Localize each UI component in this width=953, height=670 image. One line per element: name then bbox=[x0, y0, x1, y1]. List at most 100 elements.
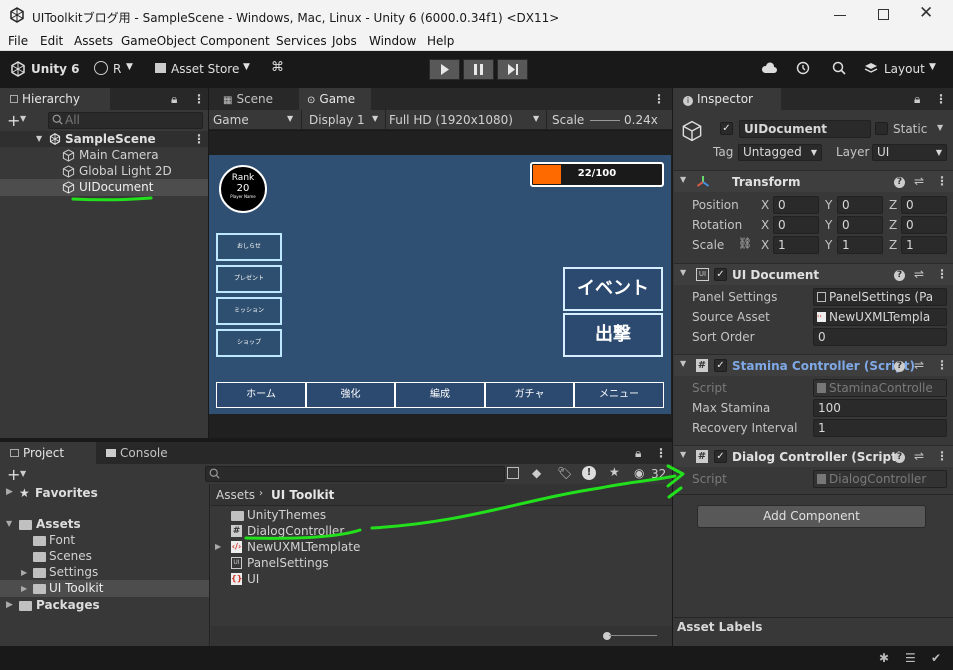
file-dialogcontroller[interactable]: DialogController bbox=[247, 524, 344, 538]
cache-icon[interactable]: ☰ bbox=[905, 651, 916, 665]
resolution-dropdown[interactable]: Full HD (1920x1080) bbox=[389, 113, 513, 127]
kebab-menu-icon[interactable]: ⋮ bbox=[655, 446, 667, 460]
shop-button[interactable]: ショップ bbox=[216, 329, 282, 357]
minimize-icon[interactable] bbox=[834, 15, 846, 16]
stamina-controller-header[interactable]: ▼ # ✓ Stamina Controller (Script) ? ⇌ ⋮ bbox=[674, 354, 953, 376]
menu-window[interactable]: Window bbox=[369, 34, 416, 48]
lock-icon[interactable]: 🔒︎ bbox=[171, 92, 177, 107]
file-unitythemes[interactable]: UnityThemes bbox=[247, 508, 326, 522]
nav-gacha-button[interactable]: ガチャ bbox=[485, 382, 574, 408]
packages-folder[interactable]: Packages bbox=[36, 598, 100, 612]
expand-arrow-icon[interactable]: ▼ bbox=[6, 519, 12, 528]
lock-icon[interactable]: 🔒︎ bbox=[914, 92, 920, 107]
chevron-down-icon[interactable]: ▼ bbox=[937, 123, 943, 132]
chevron-down-icon[interactable]: ▼ bbox=[372, 114, 378, 123]
rotation-x-field[interactable]: 0 bbox=[773, 216, 819, 234]
check-circle-icon[interactable]: ✔ bbox=[931, 651, 941, 665]
scene-name[interactable]: SampleScene bbox=[65, 132, 156, 146]
scale-x-field[interactable]: 1 bbox=[773, 236, 819, 254]
menu-jobs[interactable]: Jobs bbox=[332, 34, 357, 48]
max-stamina-field[interactable]: 100 bbox=[813, 399, 947, 417]
hierarchy-item-main-camera[interactable]: Main Camera bbox=[79, 148, 159, 162]
hierarchy-search-input[interactable]: All bbox=[48, 112, 203, 129]
dialog-enabled-checkbox[interactable]: ✓ bbox=[714, 450, 727, 463]
maximize-icon[interactable] bbox=[878, 9, 889, 20]
history-icon[interactable] bbox=[796, 61, 810, 75]
type-filter-icon[interactable]: ◆ bbox=[532, 466, 541, 480]
favorite-star-icon[interactable]: ★ bbox=[609, 465, 620, 479]
game-mode-dropdown[interactable]: Game bbox=[213, 113, 249, 127]
menu-file[interactable]: File bbox=[8, 34, 28, 48]
menu-help[interactable]: Help bbox=[427, 34, 454, 48]
position-y-field[interactable]: 0 bbox=[837, 196, 883, 214]
version-control-icon[interactable]: ⌘ bbox=[271, 60, 284, 75]
transform-header[interactable]: ▼ Transform ? ⇌ ⋮ bbox=[674, 170, 953, 192]
close-icon[interactable]: ✕ bbox=[919, 3, 933, 23]
nav-formation-button[interactable]: 編成 bbox=[395, 382, 485, 408]
folder-ui-toolkit[interactable]: UI Toolkit bbox=[49, 581, 103, 595]
breadcrumb-ui-toolkit[interactable]: UI Toolkit bbox=[271, 488, 334, 502]
recovery-interval-field[interactable]: 1 bbox=[813, 419, 947, 437]
position-z-field[interactable]: 0 bbox=[901, 196, 947, 214]
kebab-menu-icon[interactable]: ⋮ bbox=[936, 174, 948, 188]
add-icon[interactable]: + bbox=[7, 111, 20, 130]
expand-arrow-icon[interactable]: ▶ bbox=[21, 568, 27, 577]
kebab-menu-icon[interactable]: ⋮ bbox=[936, 267, 948, 281]
static-checkbox[interactable] bbox=[875, 122, 888, 135]
search-filter-icon[interactable] bbox=[507, 467, 519, 479]
project-search-input[interactable] bbox=[205, 466, 505, 482]
label-filter-icon[interactable]: 🏷︎ bbox=[557, 466, 572, 480]
rotation-y-field[interactable]: 0 bbox=[837, 216, 883, 234]
preset-icon[interactable]: ⇌ bbox=[914, 174, 924, 188]
scale-z-field[interactable]: 1 bbox=[901, 236, 947, 254]
nav-menu-button[interactable]: メニュー bbox=[574, 382, 664, 408]
kebab-menu-icon[interactable]: ⋮ bbox=[193, 92, 205, 106]
file-ui[interactable]: UI bbox=[247, 572, 259, 586]
unity-version-label[interactable]: Unity 6 bbox=[31, 62, 80, 76]
hierarchy-item-uidocument[interactable]: UIDocument bbox=[79, 180, 154, 194]
nav-home-button[interactable]: ホーム bbox=[216, 382, 306, 408]
account-label[interactable]: R bbox=[113, 62, 121, 76]
zoom-slider[interactable] bbox=[609, 635, 657, 636]
object-name-input[interactable]: UIDocument bbox=[739, 120, 871, 138]
scale-y-field[interactable]: 1 bbox=[837, 236, 883, 254]
chevron-down-icon[interactable]: ▼ bbox=[243, 62, 250, 72]
preset-icon[interactable]: ⇌ bbox=[914, 358, 924, 372]
expand-arrow-icon[interactable]: ▶ bbox=[215, 542, 221, 551]
tab-console[interactable]: Console bbox=[96, 442, 186, 464]
expand-arrow-icon[interactable]: ▼ bbox=[680, 175, 686, 184]
position-x-field[interactable]: 0 bbox=[773, 196, 819, 214]
chevron-down-icon[interactable]: ▼ bbox=[929, 62, 936, 72]
present-button[interactable]: プレゼント bbox=[216, 265, 282, 293]
warning-filter-icon[interactable]: ! bbox=[582, 466, 596, 480]
sort-order-field[interactable]: 0 bbox=[813, 328, 947, 346]
file-panelsettings[interactable]: PanelSettings bbox=[247, 556, 329, 570]
expand-arrow-icon[interactable]: ▶ bbox=[21, 584, 27, 593]
add-icon[interactable]: + bbox=[7, 465, 20, 484]
file-newuxmltemplate[interactable]: NewUXMLTemplate bbox=[247, 540, 360, 554]
link-icon[interactable]: ⛓︎ bbox=[738, 237, 752, 250]
zoom-slider-handle[interactable] bbox=[603, 632, 611, 640]
add-component-button[interactable]: Add Component bbox=[697, 505, 926, 528]
expand-arrow-icon[interactable]: ▶ bbox=[6, 600, 13, 610]
help-icon[interactable]: ? bbox=[894, 270, 905, 281]
kebab-menu-icon[interactable]: ⋮ bbox=[653, 92, 665, 106]
event-button[interactable]: イベント bbox=[563, 267, 663, 311]
step-button[interactable] bbox=[497, 59, 528, 80]
expand-arrow-icon[interactable]: ▼ bbox=[36, 134, 42, 143]
assets-folder[interactable]: Assets bbox=[36, 517, 81, 531]
kebab-menu-icon[interactable]: ⋮ bbox=[936, 358, 948, 372]
expand-arrow-icon[interactable]: ▼ bbox=[680, 450, 686, 459]
source-asset-field[interactable]: ‹› NewUXMLTempla bbox=[813, 308, 947, 326]
rotation-z-field[interactable]: 0 bbox=[901, 216, 947, 234]
stamina-enabled-checkbox[interactable]: ✓ bbox=[714, 359, 727, 372]
chevron-down-icon[interactable]: ▼ bbox=[126, 62, 133, 72]
news-button[interactable]: おしらせ bbox=[216, 233, 282, 261]
panel-settings-field[interactable]: PanelSettings (Pa bbox=[813, 288, 947, 306]
folder-settings[interactable]: Settings bbox=[49, 565, 98, 579]
menu-edit[interactable]: Edit bbox=[40, 34, 63, 48]
search-icon[interactable] bbox=[832, 61, 846, 75]
chevron-down-icon[interactable]: ▼ bbox=[20, 469, 26, 478]
tab-inspector[interactable]: i Inspector bbox=[673, 88, 781, 110]
folder-font[interactable]: Font bbox=[49, 533, 75, 547]
